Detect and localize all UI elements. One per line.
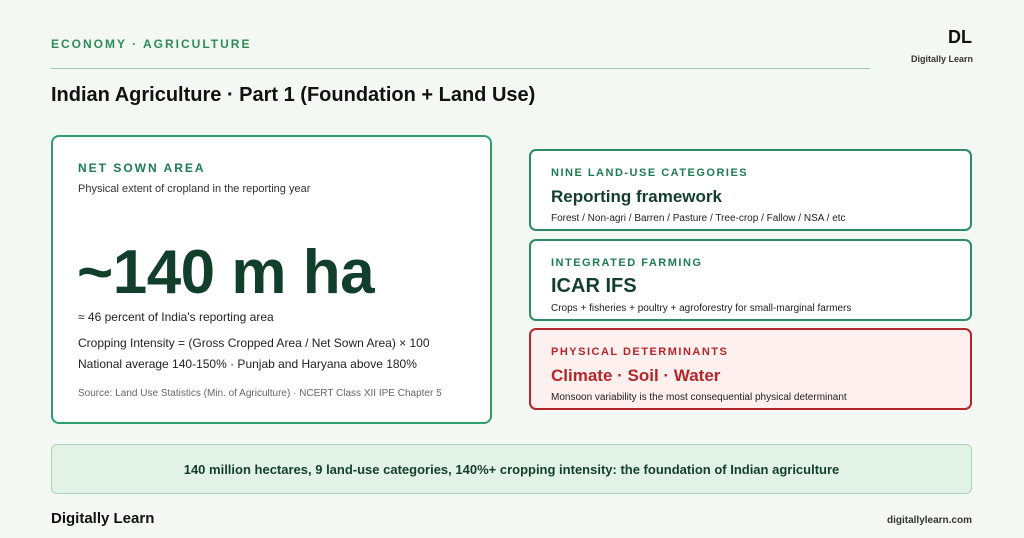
net-sown-area-card: NET SOWN AREA Physical extent of croplan… [51, 135, 492, 424]
land-use-categories-card: NINE LAND-USE CATEGORIES Reporting frame… [529, 149, 972, 231]
integrated-farming-card: INTEGRATED FARMING ICAR IFS Crops + fish… [529, 239, 972, 321]
footer-brand: Digitally Learn [51, 510, 155, 527]
section-eyebrow: ECONOMY · AGRICULTURE [51, 37, 252, 51]
summary-banner-text: 140 million hectares, 9 land-use categor… [183, 461, 840, 477]
card-heading: Reporting framework [551, 187, 722, 206]
share-of-area-text: ≈ 46 percent of India's reporting area [78, 310, 274, 324]
card-description: Physical extent of cropland in the repor… [78, 183, 311, 195]
physical-determinants-card: PHYSICAL DETERMINANTS Climate · Soil · W… [529, 328, 972, 410]
summary-banner: 140 million hectares, 9 land-use categor… [51, 444, 972, 494]
card-description: Crops + fisheries + poultry + agroforest… [551, 303, 852, 314]
page-title: Indian Agriculture · Part 1 (Foundation … [51, 84, 536, 106]
card-label: INTEGRATED FARMING [551, 257, 703, 269]
card-heading: Climate · Soil · Water [551, 366, 721, 385]
source-citation: Source: Land Use Statistics (Min. of Agr… [78, 388, 442, 399]
card-label: PHYSICAL DETERMINANTS [551, 346, 729, 358]
cropping-intensity-formula: Cropping Intensity = (Gross Cropped Area… [78, 336, 430, 350]
card-description: Forest / Non-agri / Barren / Pasture / T… [551, 213, 846, 224]
card-label: NET SOWN AREA [78, 161, 206, 175]
brand-logo: DL [948, 27, 972, 47]
national-average-text: National average 140-150% · Punjab and H… [78, 357, 417, 371]
card-heading: ICAR IFS [551, 275, 637, 297]
card-label: NINE LAND-USE CATEGORIES [551, 167, 749, 179]
brand-logo-subtitle: Digitally Learn [910, 54, 973, 64]
footer-url[interactable]: digitallylearn.com [887, 515, 972, 526]
card-description: Monsoon variability is the most conseque… [551, 392, 847, 403]
headline-value: ~140 m ha [77, 238, 375, 307]
header-divider [51, 68, 870, 69]
